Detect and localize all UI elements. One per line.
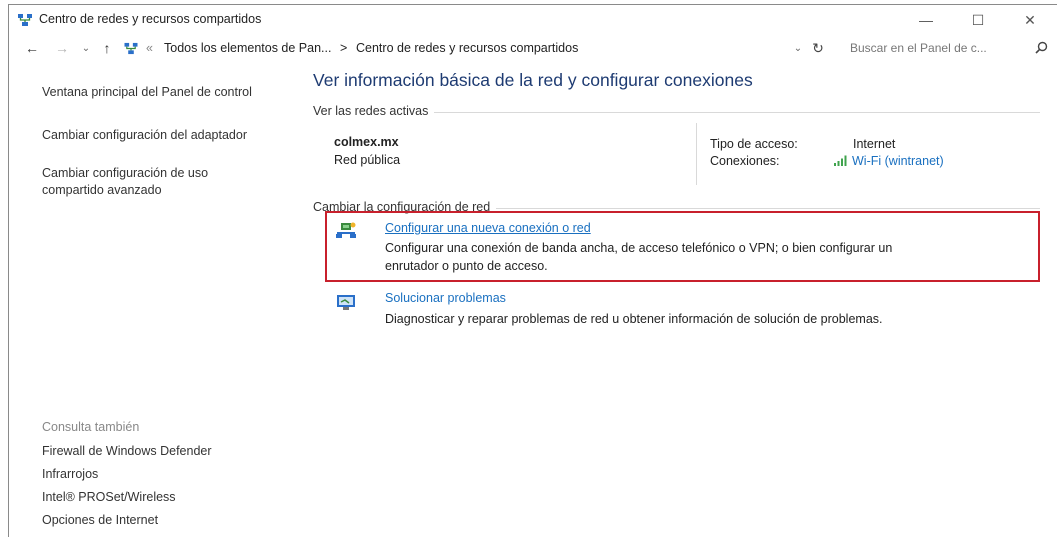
back-arrow-icon[interactable]: ← <box>23 39 41 57</box>
see-also-intel-proset[interactable]: Intel® PROSet/Wireless <box>42 489 267 506</box>
setup-new-connection-link[interactable]: Configurar una nueva conexión o red <box>385 221 591 235</box>
setup-new-connection-desc-line1: Configurar una conexión de banda ancha, … <box>385 241 893 255</box>
breadcrumb-network-center[interactable]: Centro de redes y recursos compartidos <box>356 41 578 55</box>
access-type-label: Tipo de acceso: <box>710 137 798 151</box>
see-also-infrared[interactable]: Infrarrojos <box>42 466 267 483</box>
see-also-internet-options[interactable]: Opciones de Internet <box>42 512 267 529</box>
address-bar: ← → ⌄ ↑ « Todos los elementos de Pan... … <box>9 35 1057 61</box>
troubleshoot-icon <box>337 295 355 310</box>
sidebar-link-control-panel-home[interactable]: Ventana principal del Panel de control <box>42 84 267 101</box>
window: Centro de redes y recursos compartidos —… <box>8 4 1057 537</box>
search-icon[interactable] <box>1035 41 1048 54</box>
new-connection-icon <box>336 222 356 238</box>
breadcrumb-separator: > <box>340 41 348 55</box>
search-placeholder: Buscar en el Panel de c... <box>850 41 987 55</box>
minimize-button[interactable]: — <box>907 9 945 31</box>
window-title: Centro de redes y recursos compartidos <box>39 12 262 26</box>
wifi-signal-icon <box>834 155 847 166</box>
close-button[interactable]: ✕ <box>1011 9 1049 31</box>
breadcrumb-overflow[interactable]: « <box>146 41 153 55</box>
network-info-divider <box>696 123 697 185</box>
forward-arrow-icon[interactable]: → <box>53 39 71 57</box>
page-title: Ver información básica de la red y confi… <box>313 70 753 90</box>
refresh-icon[interactable]: ↻ <box>809 39 827 57</box>
maximize-button[interactable]: ☐ <box>959 9 997 31</box>
see-also-title: Consulta también <box>42 420 140 434</box>
network-type[interactable]: Red pública <box>334 153 400 167</box>
recent-dropdown-icon[interactable]: ⌄ <box>77 39 95 57</box>
troubleshoot-link[interactable]: Solucionar problemas <box>385 291 506 305</box>
search-input[interactable]: Buscar en el Panel de c... <box>842 38 1052 58</box>
connections-label: Conexiones: <box>710 154 780 168</box>
sidebar-link-change-adapter-settings[interactable]: Cambiar configuración del adaptador <box>42 127 267 144</box>
title-bar: Centro de redes y recursos compartidos —… <box>9 5 1057 34</box>
troubleshoot-desc: Diagnosticar y reparar problemas de red … <box>385 312 883 326</box>
network-name: colmex.mx <box>334 135 399 149</box>
wifi-connection-link[interactable]: Wi-Fi (wintranet) <box>852 154 944 168</box>
see-also-firewall[interactable]: Firewall de Windows Defender <box>42 443 267 460</box>
access-type-value: Internet <box>853 137 896 151</box>
breadcrumb-all-items[interactable]: Todos los elementos de Pan... <box>164 41 331 55</box>
network-center-icon <box>18 14 32 26</box>
address-dropdown-icon[interactable]: ⌄ <box>789 39 807 57</box>
sidebar-link-advanced-sharing-settings[interactable]: Cambiar configuración de uso compartido … <box>42 165 267 199</box>
setup-new-connection-desc-line2: enrutador o punto de acceso. <box>385 259 548 273</box>
up-arrow-icon[interactable]: ↑ <box>98 39 116 57</box>
active-networks-label: Ver las redes activas <box>313 104 435 118</box>
control-panel-icon <box>124 42 138 55</box>
